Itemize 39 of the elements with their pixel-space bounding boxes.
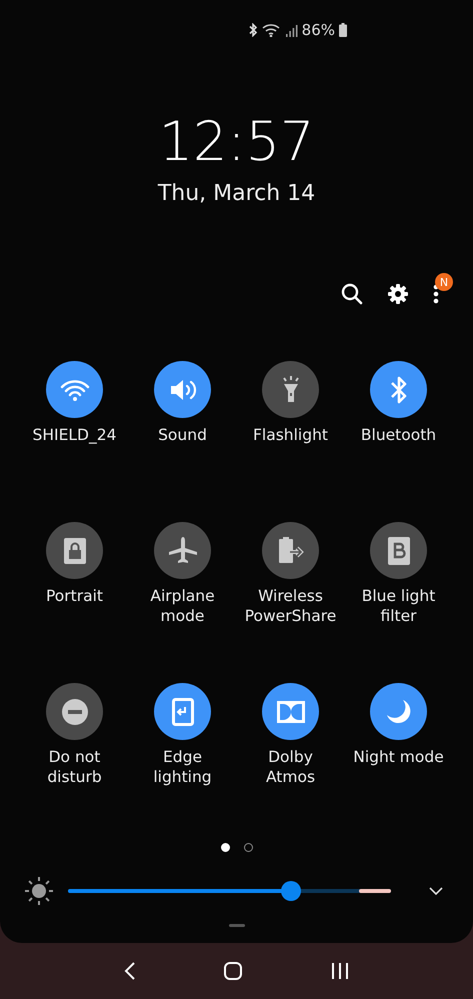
toggle-label: Wireless PowerShare — [244, 586, 338, 626]
home-icon[interactable] — [224, 962, 242, 980]
toggle-label: Airplane mode — [149, 586, 216, 626]
chevron-down-icon[interactable] — [429, 887, 443, 895]
clock-date: Thu, March 14 — [158, 181, 316, 206]
battery-share-icon — [276, 536, 304, 564]
toggle-label: Bluetooth — [360, 425, 436, 445]
toggle-label: Do not disturb — [46, 747, 103, 787]
search-icon[interactable] — [341, 283, 363, 305]
edge-panel-icon — [172, 698, 194, 726]
signal-icon — [286, 23, 298, 37]
toggle-label: Portrait — [46, 586, 103, 606]
brightness-icon — [24, 876, 54, 906]
toggle-label: Edge lighting — [152, 747, 213, 787]
lock-icon — [64, 538, 86, 564]
brightness-slider[interactable] — [68, 881, 391, 901]
slider-thumb[interactable] — [280, 881, 301, 901]
notification-badge: N — [435, 273, 453, 291]
letter-b-icon — [388, 536, 410, 564]
back-icon[interactable] — [124, 962, 136, 980]
wifi-icon — [60, 378, 90, 402]
battery-icon — [339, 23, 347, 37]
toggle-label: Sound — [158, 425, 207, 445]
toggle-label: Dolby Atmos — [264, 747, 316, 787]
toggle-label: Night mode — [353, 747, 444, 767]
bluetooth-icon — [248, 23, 258, 37]
moon-icon — [384, 698, 412, 726]
recent-apps-icon[interactable] — [330, 962, 349, 980]
toggle-label: SHIELD_24 — [32, 425, 116, 445]
airplane-icon — [168, 536, 198, 566]
battery-percent: 86% — [302, 21, 335, 39]
panel-handle[interactable] — [228, 924, 244, 927]
minus-circle-icon — [62, 698, 88, 724]
double-d-icon — [276, 700, 304, 722]
toggle-label: Blue light filter — [360, 586, 436, 626]
clock-time: 12:57 — [158, 115, 314, 169]
toggle-label: Flashlight — [253, 425, 328, 445]
settings-icon[interactable] — [387, 283, 409, 305]
wifi-icon — [262, 23, 282, 37]
